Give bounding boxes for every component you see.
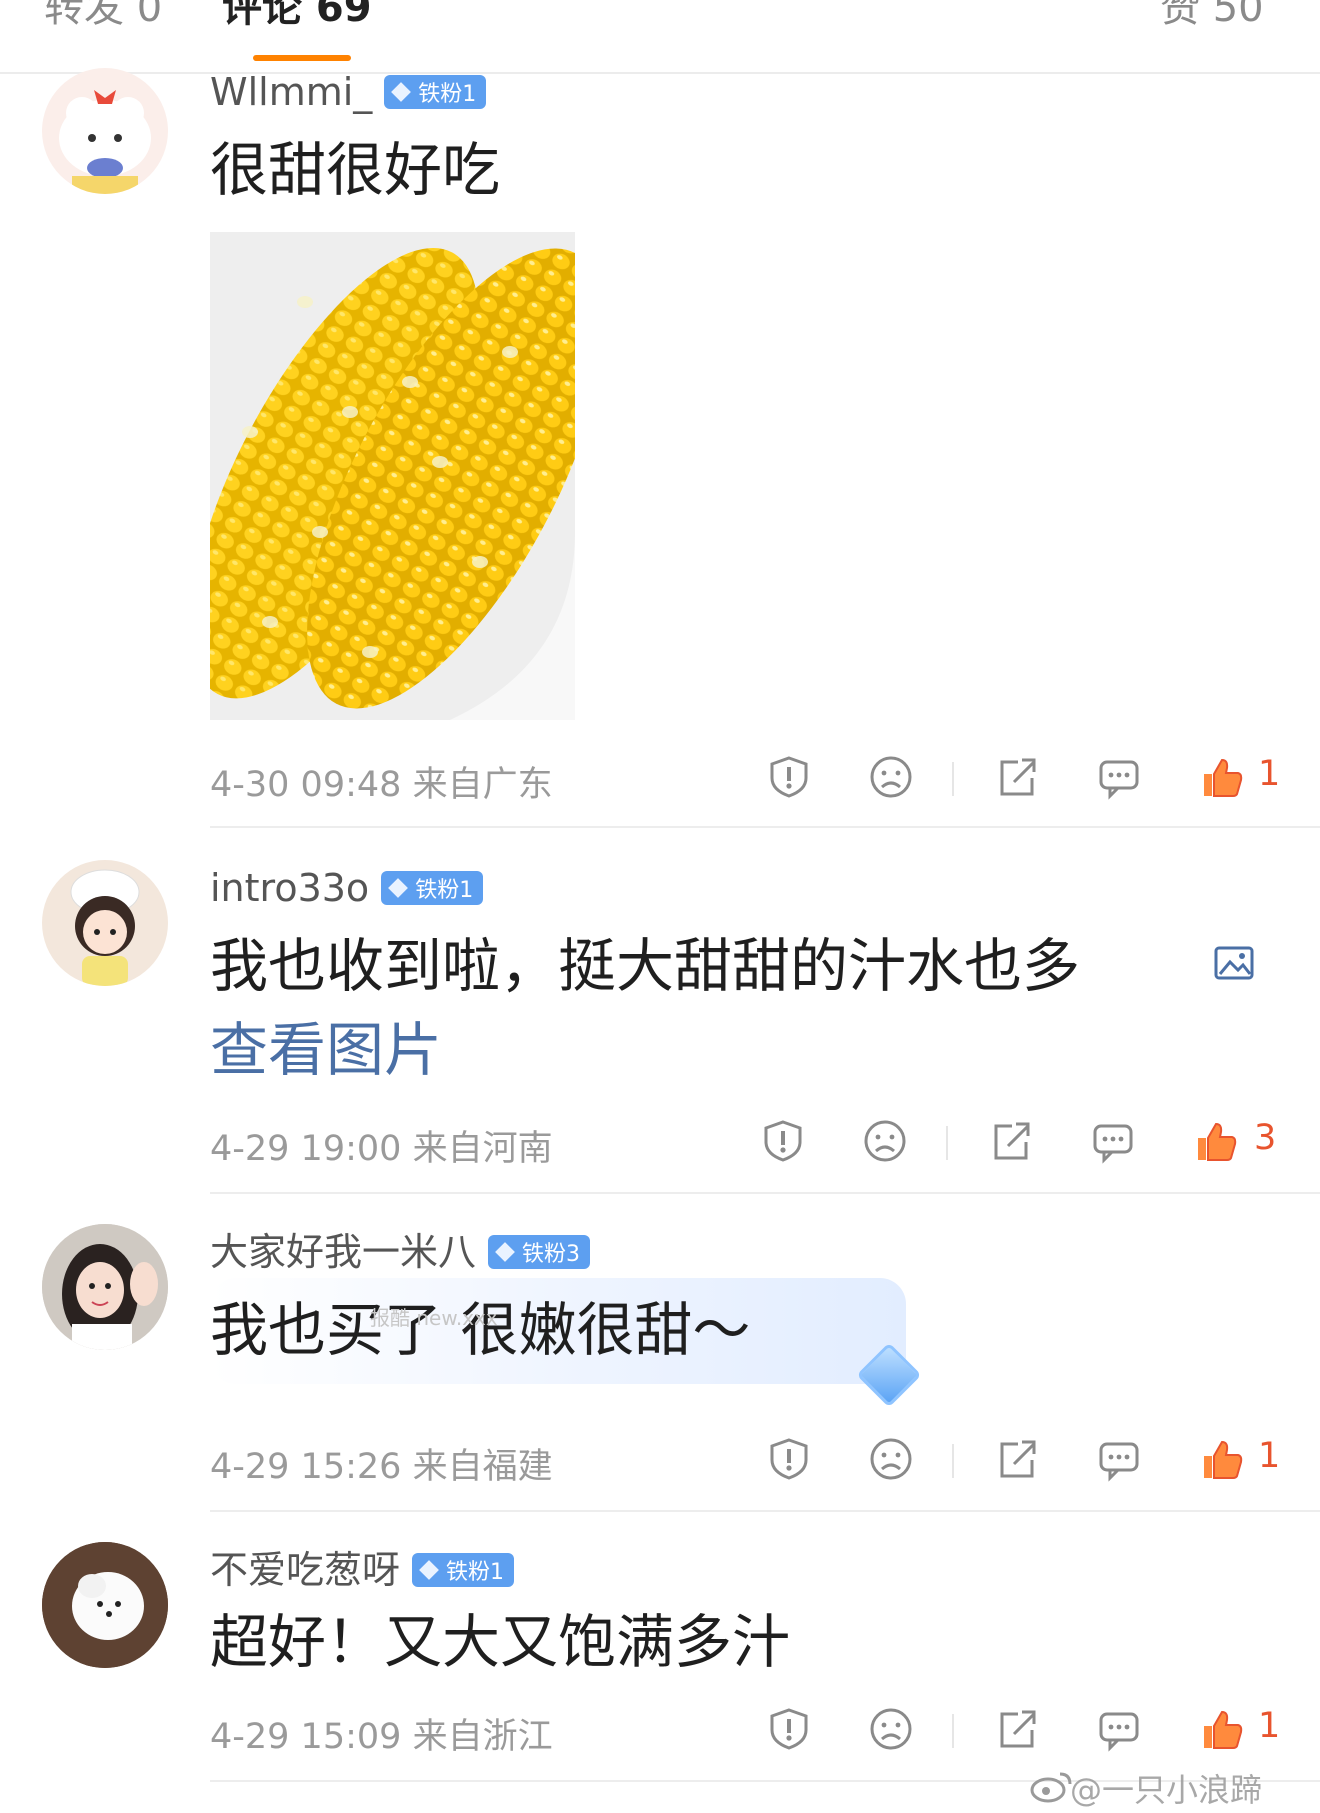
action-separator <box>952 762 954 796</box>
comment-meta: 4-30 09:48 来自广东 1 <box>210 748 1290 808</box>
fan-badge-label: 铁粉1 <box>415 878 474 903</box>
share-icon[interactable] <box>988 1118 1034 1164</box>
report-icon[interactable] <box>766 1436 812 1482</box>
comment-divider <box>210 1510 1320 1512</box>
username[interactable]: 大家好我一米八 <box>210 1226 476 1278</box>
comment-photo[interactable] <box>210 232 575 720</box>
weibo-logo-icon <box>1030 1770 1072 1804</box>
tab-comments[interactable]: 评论 69 <box>222 0 372 38</box>
comment-text: 很甜很好吃 <box>210 136 501 204</box>
fan-badge-label: 铁粉1 <box>418 82 477 107</box>
fan-badge: 铁粉3 <box>488 1235 591 1269</box>
tab-likes[interactable]: 赞 50 <box>1160 0 1264 38</box>
action-separator <box>946 1126 948 1160</box>
comment-meta: 4-29 15:26 来自福建 1 <box>210 1430 1290 1490</box>
like-count: 3 <box>1254 1118 1277 1158</box>
action-separator <box>952 1714 954 1748</box>
avatar[interactable] <box>42 860 168 986</box>
diamond-icon <box>388 878 409 898</box>
reply-icon[interactable] <box>1090 1118 1136 1164</box>
watermark: @一只小浪蹄 <box>1070 1771 1263 1809</box>
comment-text: 我也收到啦，挺大甜甜的汁水也多 <box>210 932 1081 1000</box>
like-icon[interactable] <box>1198 1706 1244 1752</box>
fan-badge-label: 铁粉3 <box>522 1242 581 1267</box>
comment-time-location: 4-29 15:26 来自福建 <box>210 1447 553 1487</box>
comment-author-row: Wllmmi_ 铁粉1 <box>210 66 487 118</box>
comment-meta: 4-29 19:00 来自河南 3 <box>210 1112 1290 1172</box>
dislike-icon[interactable] <box>862 1118 908 1164</box>
dislike-icon[interactable] <box>868 754 914 800</box>
share-icon[interactable] <box>994 1436 1040 1482</box>
share-icon[interactable] <box>994 754 1040 800</box>
share-icon[interactable] <box>994 1706 1040 1752</box>
comment-author-row: 不爱吃葱呀 铁粉1 <box>210 1544 515 1596</box>
diamond-icon <box>419 1560 439 1580</box>
fan-badge: 铁粉1 <box>384 75 487 109</box>
comment-meta: 4-29 15:09 来自浙江 1 <box>210 1700 1290 1760</box>
image-icon <box>1214 946 1254 984</box>
username[interactable]: 不爱吃葱呀 <box>210 1544 400 1596</box>
like-count: 1 <box>1258 754 1281 794</box>
avatar[interactable] <box>42 1224 168 1350</box>
reply-icon[interactable] <box>1096 1436 1142 1482</box>
fan-badge: 铁粉1 <box>412 1553 515 1587</box>
like-count: 1 <box>1258 1436 1281 1476</box>
diamond-icon <box>495 1242 515 1262</box>
fan-badge-label: 铁粉1 <box>446 1560 505 1585</box>
like-icon[interactable] <box>1198 1436 1244 1482</box>
like-icon[interactable] <box>1198 754 1244 800</box>
comment-text: 超好！又大又饱满多汁 <box>210 1608 791 1676</box>
reply-icon[interactable] <box>1096 1706 1142 1752</box>
comment-tabbar: 转发 0 评论 69 赞 50 <box>0 0 1320 74</box>
action-separator <box>952 1444 954 1478</box>
report-icon[interactable] <box>766 754 812 800</box>
report-icon[interactable] <box>760 1118 806 1164</box>
report-icon[interactable] <box>766 1706 812 1752</box>
like-icon[interactable] <box>1192 1118 1238 1164</box>
comment-author-row: 大家好我一米八 铁粉3 <box>210 1226 591 1278</box>
view-image-link[interactable]: 查看图片 <box>210 1010 442 1090</box>
dislike-icon[interactable] <box>868 1436 914 1482</box>
diamond-icon <box>391 82 412 102</box>
overlay-watermark-text: 报酷 new.xxx <box>370 1306 498 1330</box>
comment-divider <box>210 1192 1320 1194</box>
active-tab-indicator <box>253 55 351 61</box>
avatar[interactable] <box>42 1542 168 1668</box>
username[interactable]: Wllmmi_ <box>210 66 372 118</box>
dislike-icon[interactable] <box>868 1706 914 1752</box>
tab-reposts[interactable]: 转发 0 <box>44 0 162 38</box>
comment-author-row: intro33o 铁粉1 <box>210 862 484 914</box>
avatar[interactable] <box>42 68 168 194</box>
comment-divider <box>210 826 1320 828</box>
fan-badge: 铁粉1 <box>381 871 484 905</box>
comment-time-location: 4-29 19:00 来自河南 <box>210 1129 553 1169</box>
username[interactable]: intro33o <box>210 862 369 914</box>
comment-time-location: 4-29 15:09 来自浙江 <box>210 1717 553 1757</box>
like-count: 1 <box>1258 1706 1281 1746</box>
reply-icon[interactable] <box>1096 754 1142 800</box>
comment-time-location: 4-30 09:48 来自广东 <box>210 765 553 805</box>
